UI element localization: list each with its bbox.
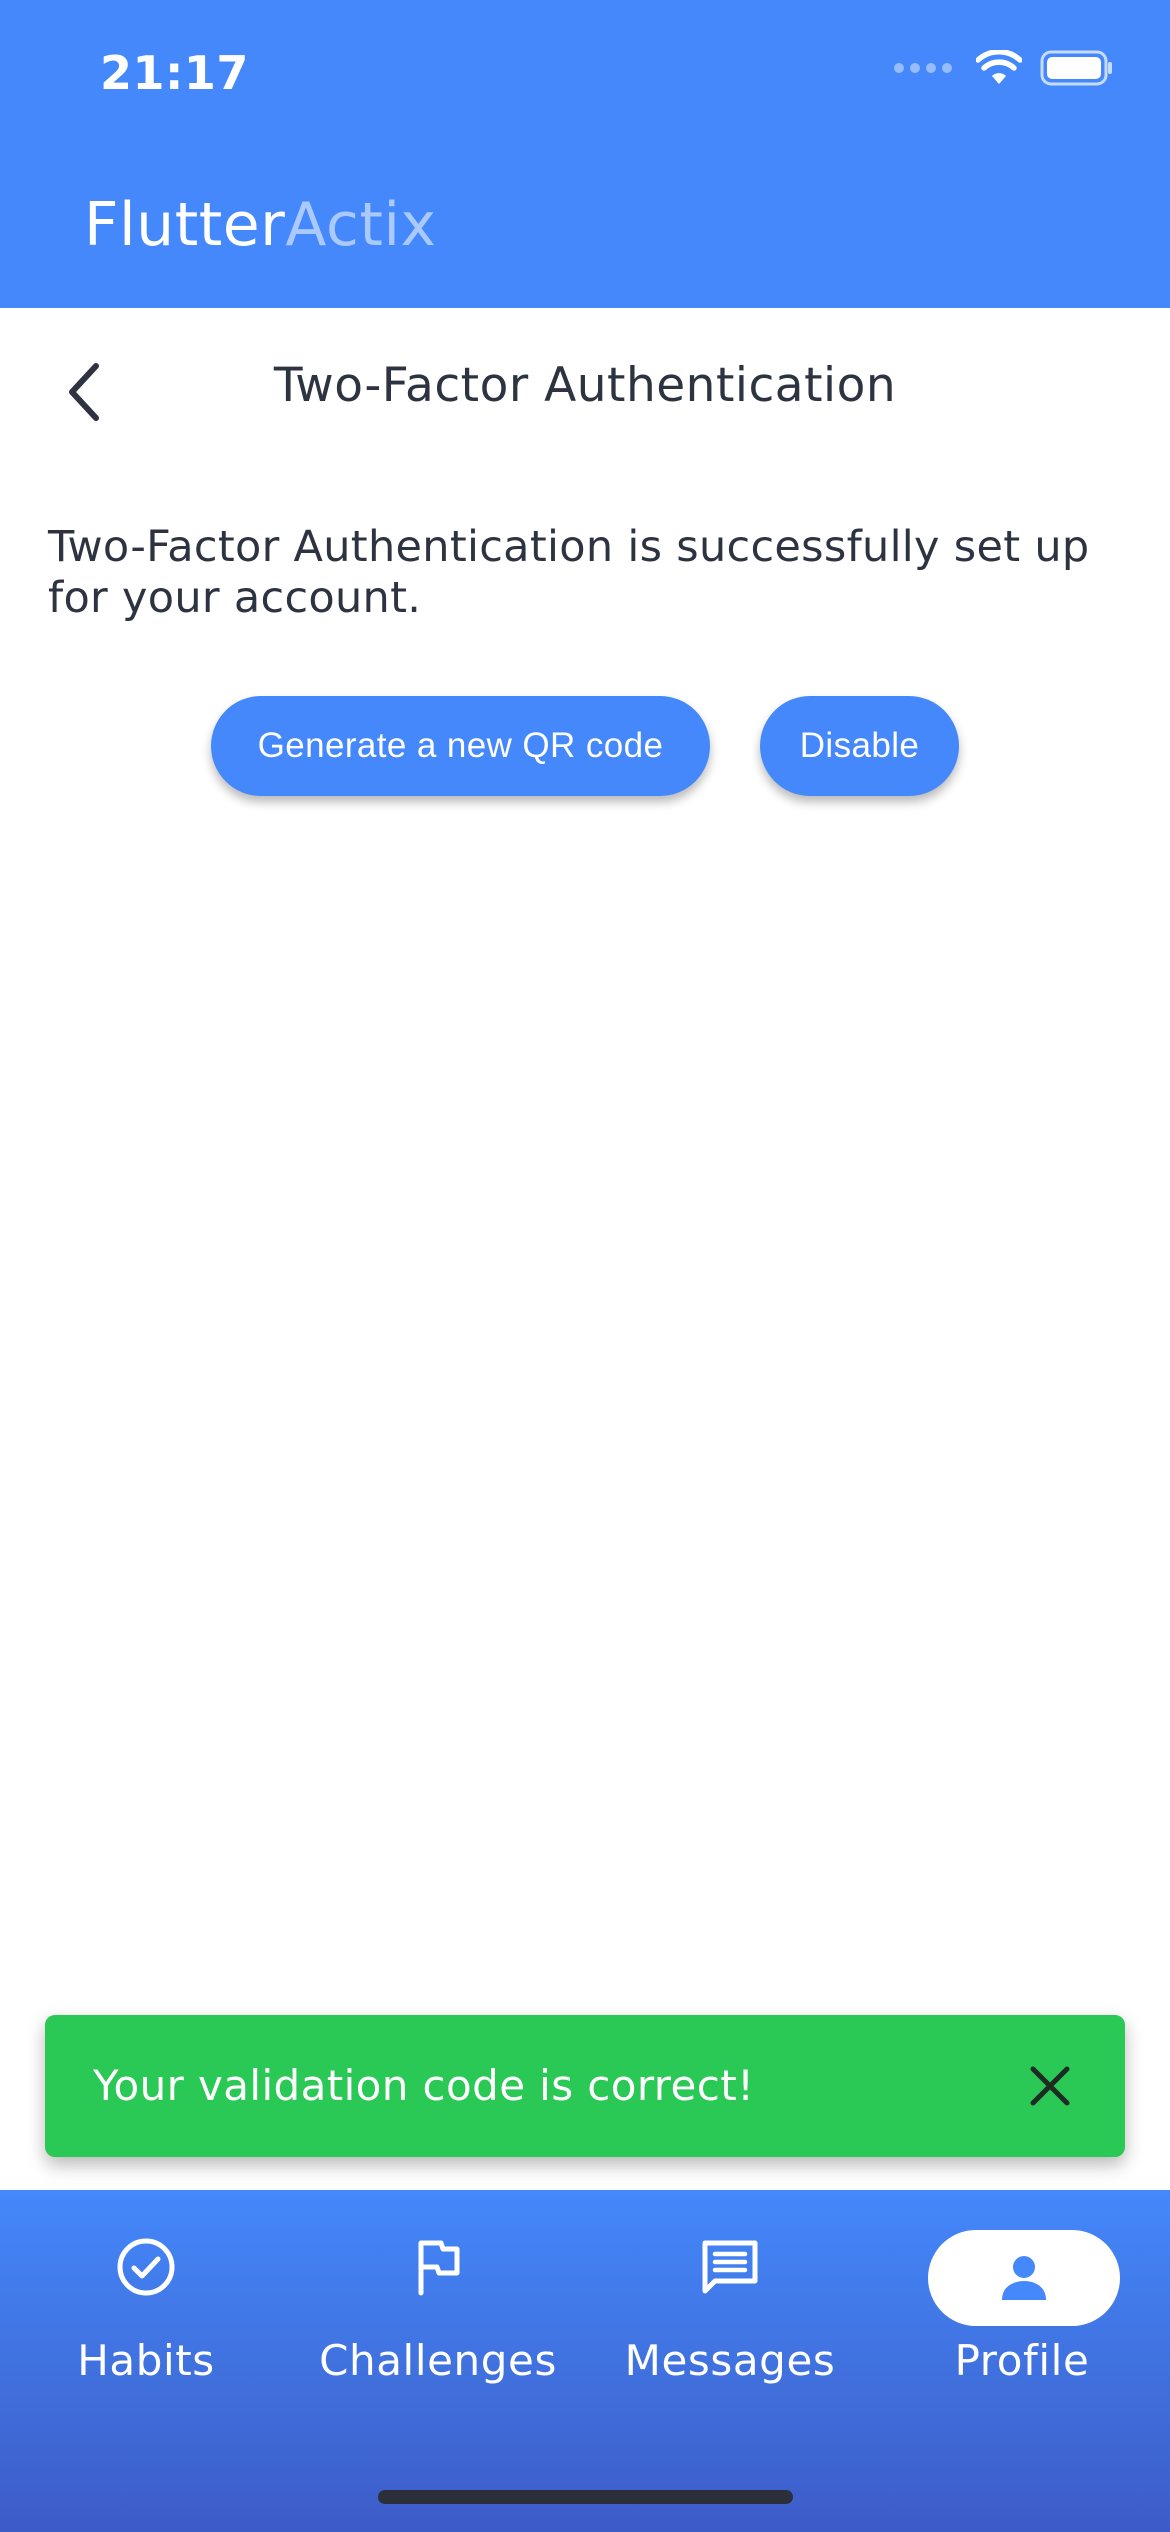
success-snackbar: Your validation code is correct! <box>45 2015 1125 2157</box>
page-title: Two-Factor Authentication <box>273 358 897 413</box>
battery-icon <box>1040 50 1112 86</box>
flag-icon <box>403 2232 473 2302</box>
nav-item-messages[interactable]: Messages <box>584 2190 876 2430</box>
bottom-nav: Habits Challenges Messages Profile <box>0 2190 1170 2532</box>
snackbar-close-button[interactable] <box>1025 2061 1075 2111</box>
home-indicator[interactable] <box>378 2490 793 2504</box>
snackbar-message: Your validation code is correct! <box>93 2061 755 2110</box>
app-brand: FlutterActix <box>84 190 437 260</box>
nav-label-messages: Messages <box>624 2336 836 2385</box>
active-indicator <box>928 2230 1120 2326</box>
wifi-icon <box>976 50 1022 84</box>
nav-item-habits[interactable]: Habits <box>0 2190 292 2430</box>
status-time: 21:17 <box>100 46 249 100</box>
status-icons <box>894 50 1114 86</box>
generate-qr-button[interactable]: Generate a new QR code <box>211 696 710 796</box>
disable-button[interactable]: Disable <box>760 696 959 796</box>
app-header: 21:17 FlutterActix <box>0 0 1170 308</box>
nav-label-challenges: Challenges <box>319 2336 557 2385</box>
message-icon <box>695 2232 765 2302</box>
brand-primary: Flutter <box>84 190 286 260</box>
check-circle-icon <box>111 2232 181 2302</box>
brand-secondary: Actix <box>285 190 437 260</box>
signal-icon <box>894 63 952 73</box>
nav-item-profile[interactable]: Profile <box>876 2190 1168 2430</box>
close-icon <box>1030 2066 1070 2106</box>
nav-item-challenges[interactable]: Challenges <box>292 2190 584 2430</box>
nav-label-profile: Profile <box>954 2336 1090 2385</box>
status-message: Two-Factor Authentication is successfull… <box>48 522 1090 623</box>
person-icon <box>1002 2256 1046 2300</box>
nav-label-habits: Habits <box>77 2336 215 2385</box>
screen: 21:17 FlutterActix Two-Factor Authentica… <box>0 0 1170 2532</box>
